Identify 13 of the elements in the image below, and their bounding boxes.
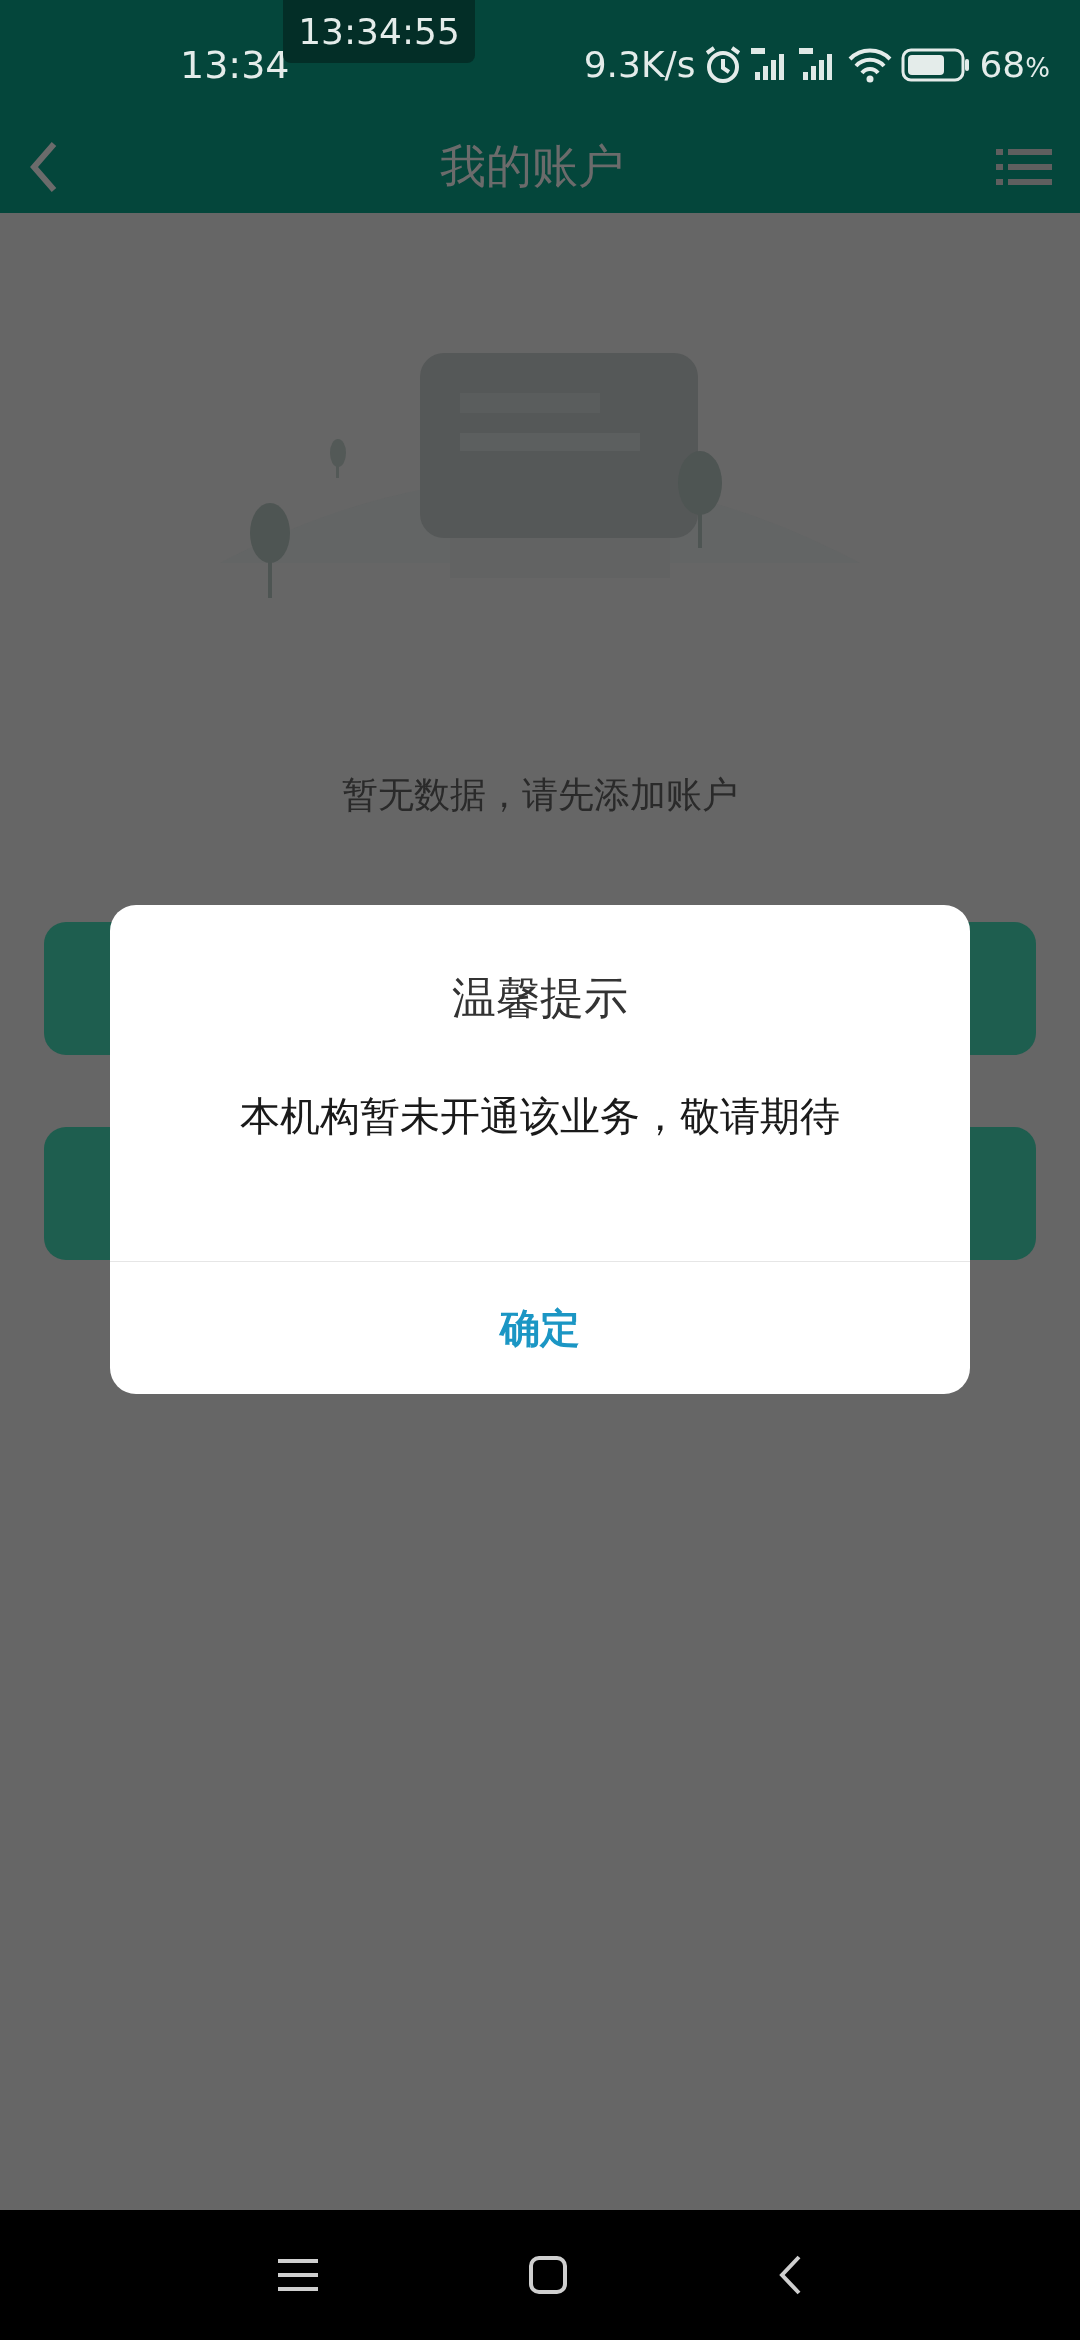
network-speed: 9.3K/s [583, 43, 696, 87]
notification-time: 13:34:55 [283, 0, 475, 63]
dialog-message: 本机构暂未开通该业务，敬请期待 [240, 1092, 840, 1141]
battery-icon [901, 48, 972, 82]
home-icon[interactable] [528, 2255, 568, 2295]
back-icon[interactable] [778, 2255, 802, 2295]
empty-message: 暂无数据，请先添加账户 [342, 773, 738, 817]
wifi-icon [847, 47, 894, 83]
page-title: 我的账户 [440, 138, 624, 195]
confirm-button[interactable]: 确定 [110, 1262, 970, 1394]
battery-percent: 68% [979, 43, 1050, 87]
dialog-title: 温馨提示 [452, 971, 628, 1025]
menu-icon[interactable] [278, 2258, 318, 2292]
